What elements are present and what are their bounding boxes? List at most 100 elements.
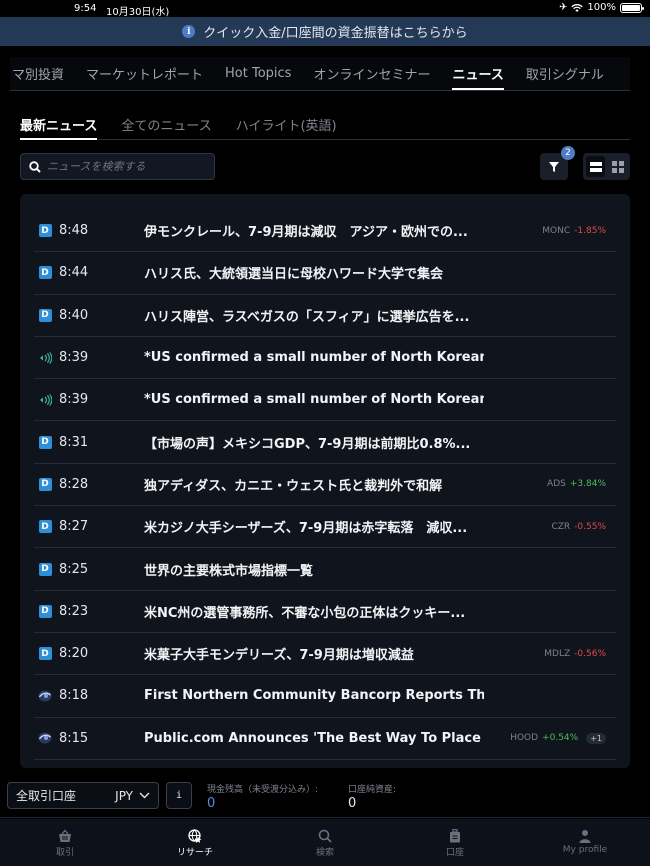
news-row[interactable]: D 8:20 米菓子大手モンデリーズ、7-9月期は増収減益 MDLZ -0.56% <box>34 633 616 676</box>
news-time: 8:25 <box>59 561 89 577</box>
subtab-label: 全てのニュース <box>121 119 212 134</box>
subtab-latest-news[interactable]: 最新ニュース <box>20 110 109 140</box>
filter-button[interactable]: 2 <box>540 146 575 180</box>
news-time: 8:48 <box>59 223 89 239</box>
research-tabs: マ別投資 マーケットレポート Hot Topics オンラインセミナー ニュース… <box>10 57 630 91</box>
subtab-label: 最新ニュース <box>20 119 98 134</box>
ticker-change: +0.54% <box>542 733 579 744</box>
news-source: D <box>38 647 52 661</box>
news-search-input[interactable] <box>47 160 197 173</box>
search-icon <box>318 829 332 843</box>
tab-label: オンラインセミナー <box>313 68 431 83</box>
news-source: D <box>38 477 52 491</box>
news-time: 8:27 <box>59 519 89 535</box>
dow-jones-source-icon: D <box>38 604 52 618</box>
wifi-icon <box>571 3 584 12</box>
tab-theme-investing[interactable]: マ別投資 <box>10 57 75 90</box>
news-row[interactable]: D 8:44 ハリス氏、大統領選当日に母校ハワード大学で集会 <box>34 252 616 295</box>
ticker-info[interactable]: ADS +3.84% <box>547 479 606 489</box>
ticker-change: -0.56% <box>574 648 606 659</box>
news-source <box>38 351 52 365</box>
news-subtabs: 最新ニュース 全てのニュース ハイライト(英語) <box>20 110 630 140</box>
ticker-symbol: MONC <box>542 225 571 236</box>
news-row[interactable]: D 8:27 米カジノ大手シーザーズ、7-9月期は赤字転落 減収... CZR -0.5… <box>34 506 616 549</box>
airplane-icon: ✈ <box>559 2 568 13</box>
news-source: D <box>38 562 52 576</box>
nav-account[interactable]: 口座 <box>390 819 520 866</box>
status-time: 9:54 <box>74 3 97 14</box>
list-view-button[interactable] <box>586 156 605 177</box>
more-tickers-badge[interactable]: +1 <box>586 732 606 744</box>
nav-search[interactable]: 検索 <box>260 819 390 866</box>
ticker-info[interactable]: CZR -0.55% <box>551 522 606 532</box>
nav-research[interactable]: リサーチ <box>130 819 260 866</box>
news-row[interactable]: D 8:31 【市場の声】メキシコGDP、7-9月期は前期比0.8%... <box>34 421 616 464</box>
account-name: 全取引口座 <box>16 789 77 803</box>
bottom-nav: 取引 リサーチ 検索 口座 My profile <box>0 819 650 866</box>
news-title: 米カジノ大手シーザーズ、7-9月期は赤字転落 減収... <box>144 521 468 537</box>
news-time: 8:39 <box>59 392 89 408</box>
battery-percent: 100% <box>587 2 616 13</box>
news-time: 8:44 <box>59 265 89 281</box>
cash-balance-value[interactable]: 0 <box>207 796 318 811</box>
subtab-highlights[interactable]: ハイライト(英語) <box>224 110 349 139</box>
account-info-button[interactable]: i <box>166 782 192 809</box>
news-title: 世界の主要株式市場指標一覧 <box>144 563 314 579</box>
tab-label: マーケットレポート <box>86 68 204 83</box>
news-row[interactable]: D 8:23 米NC州の選管事務所、不審な小包の正体はクッキー... <box>34 591 616 633</box>
nav-label: 口座 <box>445 848 464 858</box>
news-title: Public.com Announces 'The Best Way To Pl… <box>144 730 484 746</box>
chevron-down-icon <box>139 792 150 799</box>
nav-trade[interactable]: 取引 <box>0 819 130 866</box>
dow-jones-source-icon: D <box>38 520 52 534</box>
account-selector[interactable]: 全取引口座 JPY <box>7 782 159 809</box>
audio-squawk-icon <box>39 351 52 364</box>
news-title: *US confirmed a small number of North Ko… <box>144 392 484 408</box>
ticker-symbol: HOOD <box>510 733 539 744</box>
news-list: D 8:48 伊モンクレール、7-9月期は減収 アジア・欧州での... MONC -1.… <box>34 210 616 760</box>
subtab-all-news[interactable]: 全てのニュース <box>109 110 223 139</box>
news-source: D <box>38 308 52 322</box>
ticker-change: +3.84% <box>569 479 606 490</box>
news-time: 8:40 <box>59 307 89 323</box>
list-view-icon <box>589 161 602 172</box>
quick-deposit-banner[interactable]: i クイック入金/口座間の資金振替はこちらから <box>0 17 650 46</box>
nav-label: 検索 <box>315 848 334 858</box>
tab-market-report[interactable]: マーケットレポート <box>75 57 214 90</box>
news-time: 8:20 <box>59 646 89 662</box>
nav-my-profile[interactable]: My profile <box>520 819 650 866</box>
account-bar: 全取引口座 JPY i 現金残高（未受渡分込み）: 0 口座純資産: 0 <box>0 770 650 818</box>
news-row[interactable]: D 8:40 ハリス陣営、ラスベガスの「スフィア」に選挙広告を... <box>34 295 616 337</box>
news-row[interactable]: D 8:48 伊モンクレール、7-9月期は減収 アジア・欧州での... MONC -1.… <box>34 210 616 253</box>
tab-news[interactable]: ニュース <box>441 57 514 90</box>
news-row[interactable]: 8:15 Public.com Announces 'The Best Way T… <box>34 718 616 760</box>
news-row[interactable]: 8:18 First Northern Community Bancorp Rep… <box>34 675 616 718</box>
subtab-label: ハイライト(英語) <box>235 119 337 134</box>
news-source: D <box>38 604 52 618</box>
dow-jones-source-icon: D <box>38 562 52 576</box>
news-row[interactable]: D 8:25 世界の主要株式市場指標一覧 <box>34 548 616 591</box>
news-row[interactable]: 8:39 *US confirmed a small number of Nort… <box>34 337 616 380</box>
tab-label: Hot Topics <box>225 66 292 81</box>
news-row[interactable]: 8:39 *US confirmed a small number of Nort… <box>34 379 616 422</box>
news-source <box>38 393 52 407</box>
ticker-info[interactable]: MONC -1.85% <box>542 226 606 236</box>
ticker-info[interactable]: HOOD +0.54% +1 <box>510 732 606 744</box>
grid-view-button[interactable] <box>608 156 627 177</box>
news-source <box>38 689 52 703</box>
ticker-symbol: ADS <box>547 479 566 490</box>
tab-trade-signals[interactable]: 取引シグナル <box>515 57 615 90</box>
net-assets: 口座純資産: 0 <box>348 782 396 811</box>
tab-hot-topics[interactable]: Hot Topics <box>214 57 302 90</box>
news-title: 独アディダス、カニエ・ウェスト氏と裁判外で和解 <box>144 478 443 494</box>
news-search[interactable] <box>20 153 215 180</box>
audio-squawk-icon <box>39 393 52 406</box>
filter-count-badge: 2 <box>561 146 575 160</box>
globenewswire-source-icon <box>38 690 52 702</box>
nav-label: リサーチ <box>176 848 213 858</box>
person-icon <box>579 830 591 843</box>
ticker-info[interactable]: MDLZ -0.56% <box>544 649 606 659</box>
tab-online-seminar[interactable]: オンラインセミナー <box>302 57 441 90</box>
news-row[interactable]: D 8:28 独アディダス、カニエ・ウェスト氏と裁判外で和解 ADS +3.84% <box>34 464 616 507</box>
view-mode-toggle <box>583 153 630 180</box>
